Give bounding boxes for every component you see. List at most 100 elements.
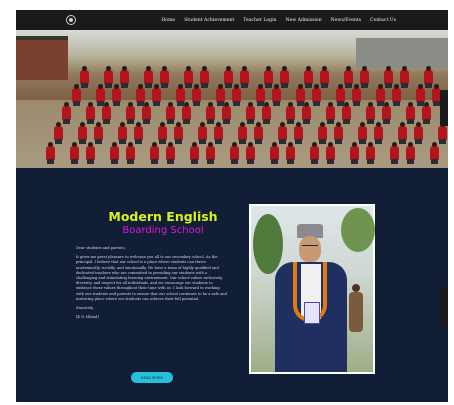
student-figure [384,66,393,88]
student-figure [424,66,433,88]
student-figure [86,142,95,164]
student-figure [238,122,247,144]
school-name-line1: Modern English [108,209,218,224]
nav-student-achievement[interactable]: Student Achievement [184,18,234,23]
student-figure [342,102,351,124]
student-figure [46,142,55,164]
student-figure [150,142,159,164]
student-figure [376,84,385,106]
student-figure [198,122,207,144]
student-figure [304,66,313,88]
student-figure [430,142,439,164]
student-figure [326,142,335,164]
student-figure [174,122,183,144]
student-figure [166,102,175,124]
student-figure [104,66,113,88]
page: Home Student Achievement Teacher Login N… [16,10,448,402]
student-figure [358,122,367,144]
student-figure [126,142,135,164]
student-figure [200,66,209,88]
student-figure [278,122,287,144]
student-figure [392,84,401,106]
nav-menu: Home Student Achievement Teacher Login N… [161,10,396,30]
student-figure [72,84,81,106]
student-figure [190,142,199,164]
student-figure [110,142,119,164]
student-figure [240,66,249,88]
student-figure [144,66,153,88]
message-paragraph: It gives me great pleasure to welcome yo… [76,255,227,301]
student-figure [312,84,321,106]
student-figure [94,122,103,144]
student-figure [320,66,329,88]
student-figure [296,84,305,106]
hero-image [16,30,448,168]
message-greeting: Dear students and parents, [76,246,126,250]
student-figure [142,102,151,124]
student-figure [262,102,271,124]
student-figure [176,84,185,106]
student-figure [406,142,415,164]
student-figure [270,142,279,164]
school-logo-icon[interactable] [66,15,76,25]
student-figure [232,84,241,106]
message-closing: Sincerely, [76,306,94,311]
top-navbar: Home Student Achievement Teacher Login N… [16,10,448,30]
student-figure [344,66,353,88]
nav-teacher-login[interactable]: Teacher Login [243,18,276,23]
student-figure [294,122,303,144]
student-figure [390,142,399,164]
student-figure [216,84,225,106]
student-figure [350,142,359,164]
student-figure [160,66,169,88]
student-figure [280,66,289,88]
student-figure [120,66,129,88]
student-figure [256,84,265,106]
student-figure [224,66,233,88]
welcome-section: Modern English Boarding School Dear stud… [16,168,448,402]
nav-news-events[interactable]: News/Events [331,18,361,23]
student-figure [264,66,273,88]
student-figure [352,84,361,106]
nav-new-admission[interactable]: New Admission [286,18,322,23]
student-figure [192,84,201,106]
student-figure [398,122,407,144]
nav-contact-us[interactable]: Contact Us [370,18,396,23]
student-figure [166,142,175,164]
student-figure [286,102,295,124]
student-figure [272,84,281,106]
student-figure [112,84,121,106]
student-figure [374,122,383,144]
student-figure [334,122,343,144]
student-figure [96,84,105,106]
principal-photo [249,204,375,374]
student-figure [360,66,369,88]
side-widget-tab-2[interactable] [440,286,448,326]
student-figure [184,66,193,88]
student-figure [406,102,415,124]
student-figure [206,142,215,164]
side-widget-tab[interactable] [440,90,448,126]
student-figure [302,102,311,124]
student-figure [182,102,191,124]
student-figure [230,142,239,164]
student-figure [336,84,345,106]
student-figure [326,102,335,124]
principal-message: Dear students and parents, It gives me g… [76,246,228,324]
student-figure [366,102,375,124]
student-figure [382,102,391,124]
student-figure [286,142,295,164]
student-figure [416,84,425,106]
student-figure [158,122,167,144]
student-figure [318,122,327,144]
hero-building-right [356,38,448,68]
student-figure [222,102,231,124]
student-figure [310,142,319,164]
student-figure [422,102,431,124]
student-figure [400,66,409,88]
read-more-button[interactable]: READ MORE [131,372,173,383]
student-figure [254,122,263,144]
nav-home[interactable]: Home [161,18,175,23]
student-figure [134,122,143,144]
student-figure [80,66,89,88]
